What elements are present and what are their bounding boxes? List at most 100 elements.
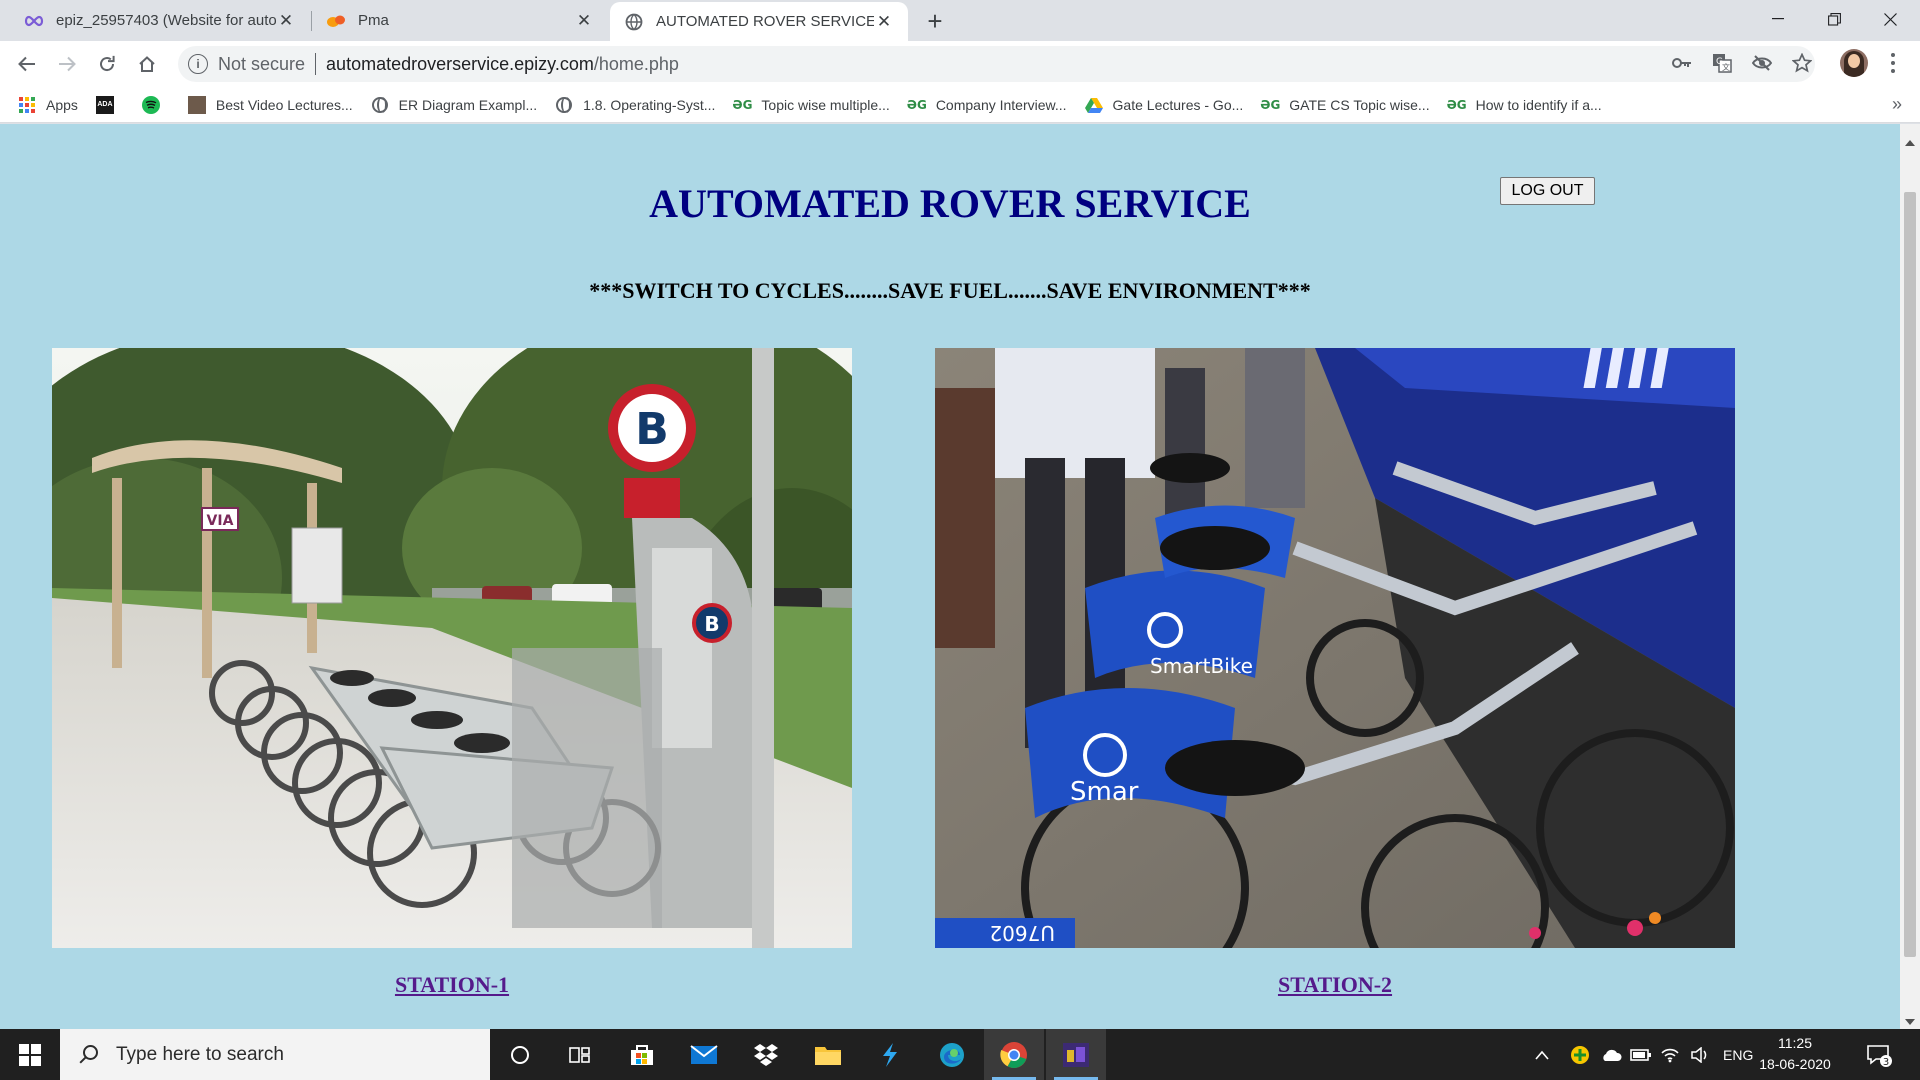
search-placeholder: Type here to search [116, 1043, 284, 1065]
home-icon[interactable] [132, 49, 162, 79]
show-hidden-icons-chevron-icon[interactable] [1535, 1029, 1549, 1080]
globe-icon [555, 96, 573, 114]
bike-share-dock-photo: VIA B B [52, 348, 852, 948]
close-window-icon[interactable] [1862, 0, 1918, 38]
windows-logo-icon [19, 1043, 41, 1066]
close-icon[interactable]: ✕ [276, 11, 296, 31]
station-1-photo[interactable]: VIA B B [52, 348, 852, 948]
scroll-up-arrow-icon[interactable] [1905, 140, 1915, 146]
visual-studio-app-icon[interactable] [1046, 1029, 1106, 1080]
tab-pma[interactable]: Pma ✕ [312, 0, 608, 41]
page-content: AUTOMATED ROVER SERVICE LOG OUT ***SWITC… [0, 124, 1900, 1029]
tab-title: epiz_25957403 (Website for auto [56, 12, 276, 29]
bookmark-label: Topic wise multiple... [761, 96, 890, 113]
forward-arrow-icon[interactable] [52, 49, 82, 79]
divider [315, 53, 317, 75]
mail-icon[interactable] [674, 1029, 734, 1080]
azure-data-studio-icon[interactable] [860, 1029, 920, 1080]
volume-icon[interactable] [1690, 1029, 1710, 1080]
info-icon[interactable]: i [188, 54, 208, 74]
clock-date: 18-06-2020 [1759, 1056, 1831, 1072]
bookmark-label: ER Diagram Exampl... [398, 96, 538, 113]
new-tab-plus-icon[interactable]: + [922, 6, 948, 36]
tab-automated-rover-service[interactable]: AUTOMATED ROVER SERVICE ✕ [610, 2, 908, 41]
close-icon[interactable]: ✕ [874, 12, 894, 32]
bookmark-ada[interactable]: ADA [95, 95, 124, 114]
cortana-icon[interactable] [490, 1029, 550, 1080]
onedrive-cloud-icon[interactable] [1600, 1029, 1622, 1080]
edge-icon[interactable] [922, 1029, 982, 1080]
start-button[interactable] [0, 1029, 60, 1080]
bookmark-label: Gate Lectures - Go... [1112, 96, 1244, 113]
bookmark-er-diagram[interactable]: ER Diagram Exampl... [371, 96, 537, 114]
station-2-photo[interactable]: IIII SmartBike Smar U7602 [935, 348, 1735, 948]
task-view-icon[interactable] [550, 1029, 610, 1080]
bookmark-apps[interactable]: Apps [18, 96, 78, 114]
page-title: AUTOMATED ROVER SERVICE [649, 181, 1251, 226]
chrome-icon[interactable] [984, 1029, 1044, 1080]
geeksforgeeks-icon: ƏG [1260, 97, 1281, 112]
svg-text:文: 文 [1722, 62, 1730, 72]
input-language[interactable]: ENG [1723, 1029, 1753, 1080]
clock-time: 11:25 [1778, 1035, 1812, 1051]
windows-taskbar: Type here to search ENG 11:25 18-06-2020… [0, 1029, 1920, 1080]
url-host: automatedroverservice.epizy.com [326, 53, 594, 74]
bookmark-company-interview[interactable]: ƏG Company Interview... [906, 96, 1067, 114]
tab-title: AUTOMATED ROVER SERVICE [656, 13, 874, 30]
tracking-blocked-eye-icon[interactable] [1750, 51, 1774, 75]
globe-icon [624, 12, 644, 32]
more-menu-icon[interactable] [1886, 51, 1900, 75]
tab-epiz[interactable]: epiz_25957403 (Website for auto ✕ [10, 0, 310, 41]
wifi-icon[interactable] [1660, 1029, 1680, 1080]
reload-icon[interactable] [92, 49, 122, 79]
close-icon[interactable]: ✕ [574, 11, 594, 31]
restore-icon[interactable] [1806, 0, 1862, 38]
geeksforgeeks-icon: ƏG [906, 97, 927, 112]
logout-button[interactable]: LOG OUT [1500, 177, 1595, 205]
taskbar-search-box[interactable]: Type here to search [60, 1029, 490, 1080]
action-center-icon[interactable]: 3 [1866, 1029, 1892, 1080]
bookmark-how-to-identify[interactable]: ƏG How to identify if a... [1446, 96, 1602, 114]
page-scrollbar[interactable] [1900, 124, 1920, 1029]
bookmark-operating-systems[interactable]: 1.8. Operating-Syst... [555, 96, 715, 114]
tray-app-icon[interactable] [1570, 1029, 1590, 1080]
geeksforgeeks-icon: ƏG [1446, 97, 1467, 112]
dropbox-icon[interactable] [736, 1029, 796, 1080]
bookmark-label: How to identify if a... [1475, 96, 1602, 113]
station-2-link[interactable]: STATION-2 [935, 972, 1735, 998]
translate-icon[interactable]: G文 [1710, 51, 1734, 75]
svg-text:B: B [704, 612, 719, 636]
microsoft-store-icon[interactable] [612, 1029, 672, 1080]
bookmark-best-video-lectures[interactable]: Best Video Lectures... [187, 95, 353, 114]
spotify-icon [141, 95, 160, 114]
tab-title: Pma [358, 12, 389, 29]
bookmark-star-icon[interactable] [1790, 51, 1814, 75]
scrollbar-thumb[interactable] [1904, 192, 1916, 957]
minimize-icon[interactable] [1750, 0, 1806, 38]
battery-icon[interactable] [1630, 1029, 1652, 1080]
bookmark-gate-cs-topic[interactable]: ƏG GATE CS Topic wise... [1260, 96, 1430, 114]
url-text[interactable]: automatedroverservice.epizy.com/home.php [326, 54, 679, 75]
system-clock[interactable]: 11:25 18-06-2020 [1750, 1033, 1840, 1075]
address-bar[interactable]: i Not secure automatedroverservice.epizy… [178, 46, 1815, 82]
more-bookmarks-chevron-icon[interactable]: » [1892, 94, 1902, 115]
back-arrow-icon[interactable] [12, 49, 42, 79]
profile-avatar[interactable] [1840, 49, 1868, 77]
security-status[interactable]: Not secure [218, 54, 305, 75]
browser-toolbar: i Not secure automatedroverservice.epizy… [0, 41, 1920, 87]
bookmark-topic-wise[interactable]: ƏG Topic wise multiple... [732, 96, 890, 114]
scroll-down-arrow-icon[interactable] [1905, 1019, 1915, 1025]
station-1-link[interactable]: STATION-1 [52, 972, 852, 998]
bookmark-label: GATE CS Topic wise... [1289, 96, 1430, 113]
key-icon[interactable] [1670, 51, 1694, 75]
bookmark-gate-lectures[interactable]: Gate Lectures - Go... [1084, 96, 1244, 114]
bookmark-label: Best Video Lectures... [215, 96, 353, 113]
google-drive-icon [1084, 96, 1103, 114]
geeksforgeeks-icon: ƏG [732, 97, 753, 112]
bookmark-spotify[interactable] [141, 95, 170, 114]
url-path: /home.php [593, 53, 679, 74]
file-explorer-icon[interactable] [798, 1029, 858, 1080]
thumbnail-icon [187, 95, 206, 114]
avatar-face [1848, 54, 1860, 68]
apps-grid-icon [18, 96, 36, 114]
